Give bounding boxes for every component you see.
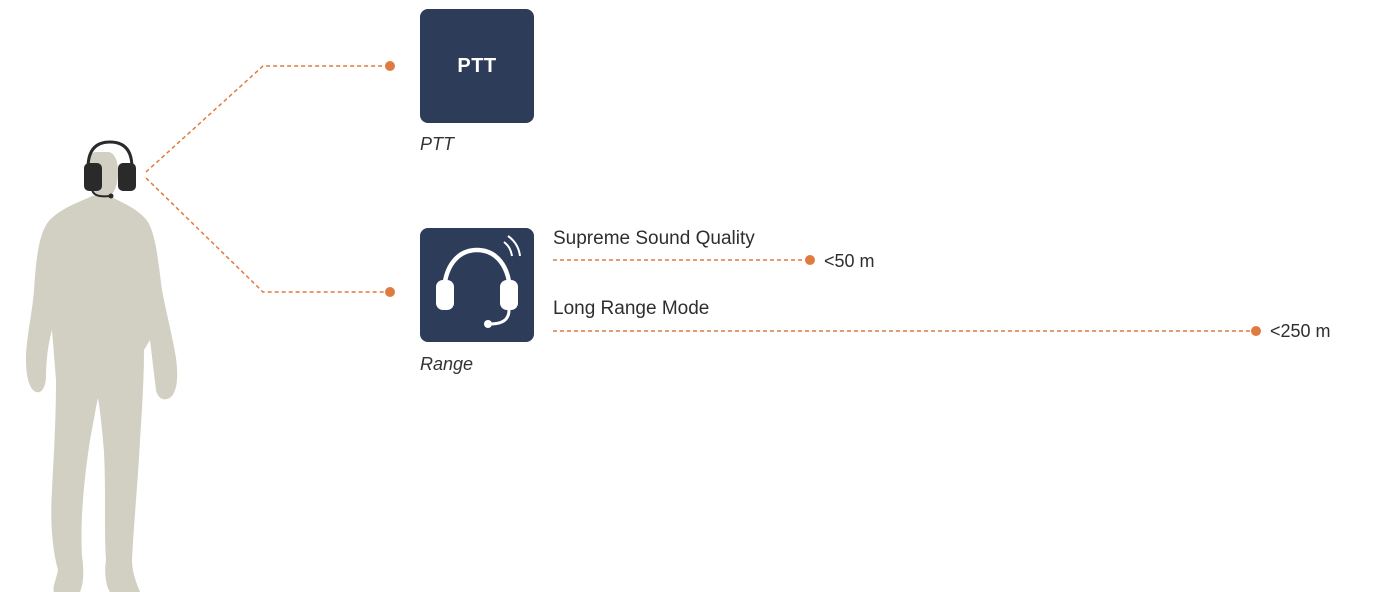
range-tile bbox=[420, 228, 534, 342]
ptt-tile: PTT bbox=[420, 9, 534, 123]
range-caption: Range bbox=[420, 354, 474, 374]
feature-label-supreme-sound: Supreme Sound Quality bbox=[553, 228, 755, 249]
feature-range-long-range: <250 m bbox=[1270, 321, 1331, 341]
headset-icon bbox=[436, 235, 521, 328]
connector-ptt bbox=[145, 65, 386, 173]
feature-range-supreme-sound: <50 m bbox=[824, 251, 875, 271]
connector-range-dot bbox=[385, 287, 395, 297]
ptt-tile-label: PTT bbox=[457, 54, 497, 77]
connector-range bbox=[145, 177, 386, 293]
ptt-caption: PTT bbox=[420, 134, 454, 154]
feature-1-dot bbox=[805, 255, 815, 265]
feature-2-dot bbox=[1251, 326, 1261, 336]
feature-label-long-range: Long Range Mode bbox=[553, 298, 710, 319]
connector-lines bbox=[145, 61, 1261, 336]
connector-ptt-dot bbox=[385, 61, 395, 71]
diagram: PTT PTT Range Supreme Sound Quality <50 … bbox=[0, 0, 1373, 592]
